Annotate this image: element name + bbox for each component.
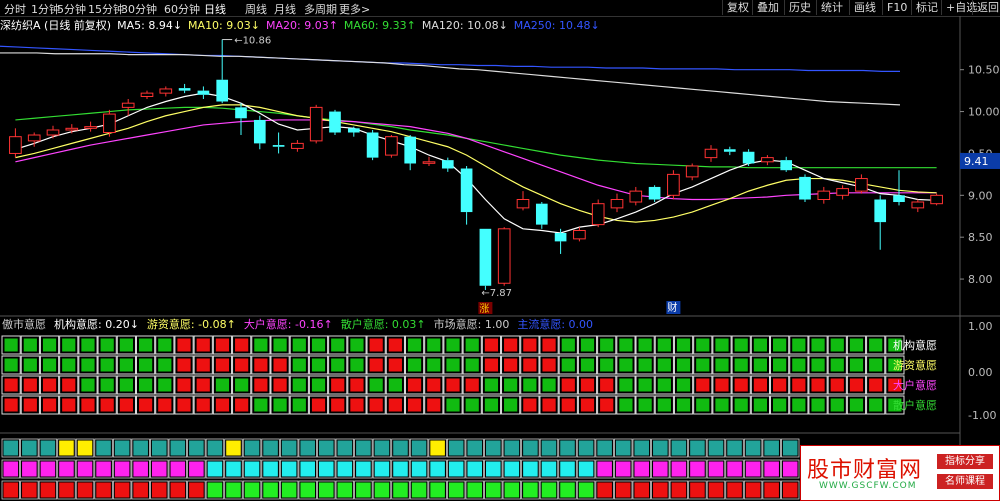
watermark-logo: 股市财富网 WWW.GSCFW.COM 指标分享 名师课程 xyxy=(800,445,1000,501)
indicator-axis-tick: 1.00 xyxy=(968,320,993,333)
indicator-legend-3: 大户意愿: -0.16↑ xyxy=(244,317,333,331)
candle xyxy=(930,193,943,206)
indicator-row-label: 机构意愿 xyxy=(893,338,937,352)
price-tick: 10.50 xyxy=(968,64,1000,77)
indicator-legend-1: 机构意愿: 0.20↓ xyxy=(54,317,139,331)
current-price-label: 9.41 xyxy=(964,155,989,168)
indicator-legend-5: 市场意愿: 1.00 xyxy=(434,317,510,331)
candle xyxy=(309,104,323,144)
indicator-axis-tick: 0.00 xyxy=(968,366,993,379)
candle xyxy=(103,109,116,137)
candle xyxy=(84,121,97,132)
candle xyxy=(121,99,135,116)
candle xyxy=(46,125,60,139)
candle xyxy=(404,135,417,171)
ma10-line xyxy=(15,104,937,223)
ma120-line xyxy=(0,52,901,106)
candle xyxy=(911,199,925,213)
watermark-tag-indicator: 指标分享 xyxy=(937,454,993,469)
low-marker: ←7.87 xyxy=(481,288,512,299)
watermark-title: 股市财富网 xyxy=(807,458,923,483)
candle xyxy=(855,174,868,194)
candle xyxy=(817,186,831,204)
candle xyxy=(704,145,718,162)
candle xyxy=(460,166,473,225)
indicator-legend-6: 主流意愿: 0.00 xyxy=(517,317,593,331)
indicator-legend-4: 散户意愿: 0.03↑ xyxy=(341,317,426,331)
candle xyxy=(253,115,266,150)
candle xyxy=(366,129,379,161)
indicator-legend-0: 傲市意愿 xyxy=(2,317,46,331)
candle xyxy=(836,185,849,200)
candle xyxy=(893,170,905,206)
event-tag-fin[interactable]: 财 xyxy=(667,301,677,314)
candle xyxy=(573,227,586,242)
candle xyxy=(667,170,680,200)
candle xyxy=(629,186,643,206)
candle xyxy=(422,156,436,166)
candle xyxy=(159,86,173,97)
event-tag-up[interactable]: 涨 xyxy=(479,303,489,315)
candle xyxy=(799,174,811,203)
price-tick: 9.00 xyxy=(968,189,993,202)
candle xyxy=(780,156,793,172)
ma60-line xyxy=(15,106,937,169)
candle xyxy=(216,39,229,104)
indicator-legend-2: 游资意愿: -0.08↑ xyxy=(147,317,236,331)
candle xyxy=(65,124,79,134)
candle xyxy=(742,149,755,166)
high-marker: ←10.86 xyxy=(234,36,271,47)
watermark-tag-course: 名师课程 xyxy=(937,474,993,489)
candle xyxy=(591,199,605,228)
price-tick: 8.50 xyxy=(968,231,993,244)
candle xyxy=(291,140,304,152)
candle xyxy=(723,146,736,156)
candle xyxy=(9,128,22,158)
ma5-line xyxy=(15,92,937,234)
candle xyxy=(385,135,398,158)
candle xyxy=(497,227,511,286)
candle xyxy=(874,195,887,250)
candle xyxy=(535,202,548,229)
candle xyxy=(329,109,341,136)
price-tick: 8.00 xyxy=(968,273,993,286)
watermark-url: WWW.GSCFW.COM xyxy=(819,481,917,491)
candle xyxy=(648,185,661,203)
candlestick-chart[interactable]: 10.5010.009.509.008.508.009.41 机构意愿游资意愿大… xyxy=(0,0,1000,501)
candle xyxy=(272,132,285,154)
candle xyxy=(761,155,774,166)
candle xyxy=(178,83,191,94)
indicator-row-label: 散户意愿 xyxy=(893,398,937,412)
price-tick: 10.00 xyxy=(968,106,1000,119)
indicator-row-label: 大户意愿 xyxy=(893,378,937,392)
candle xyxy=(235,103,247,136)
candle xyxy=(610,193,624,213)
ma20-line xyxy=(15,119,937,201)
candle xyxy=(140,90,154,99)
candle xyxy=(197,86,210,99)
candle xyxy=(516,191,530,211)
indicator-axis-tick: -1.00 xyxy=(968,409,996,422)
indicator-row-label: 游资意愿 xyxy=(893,358,937,372)
candle xyxy=(685,163,699,181)
candle xyxy=(479,228,492,290)
